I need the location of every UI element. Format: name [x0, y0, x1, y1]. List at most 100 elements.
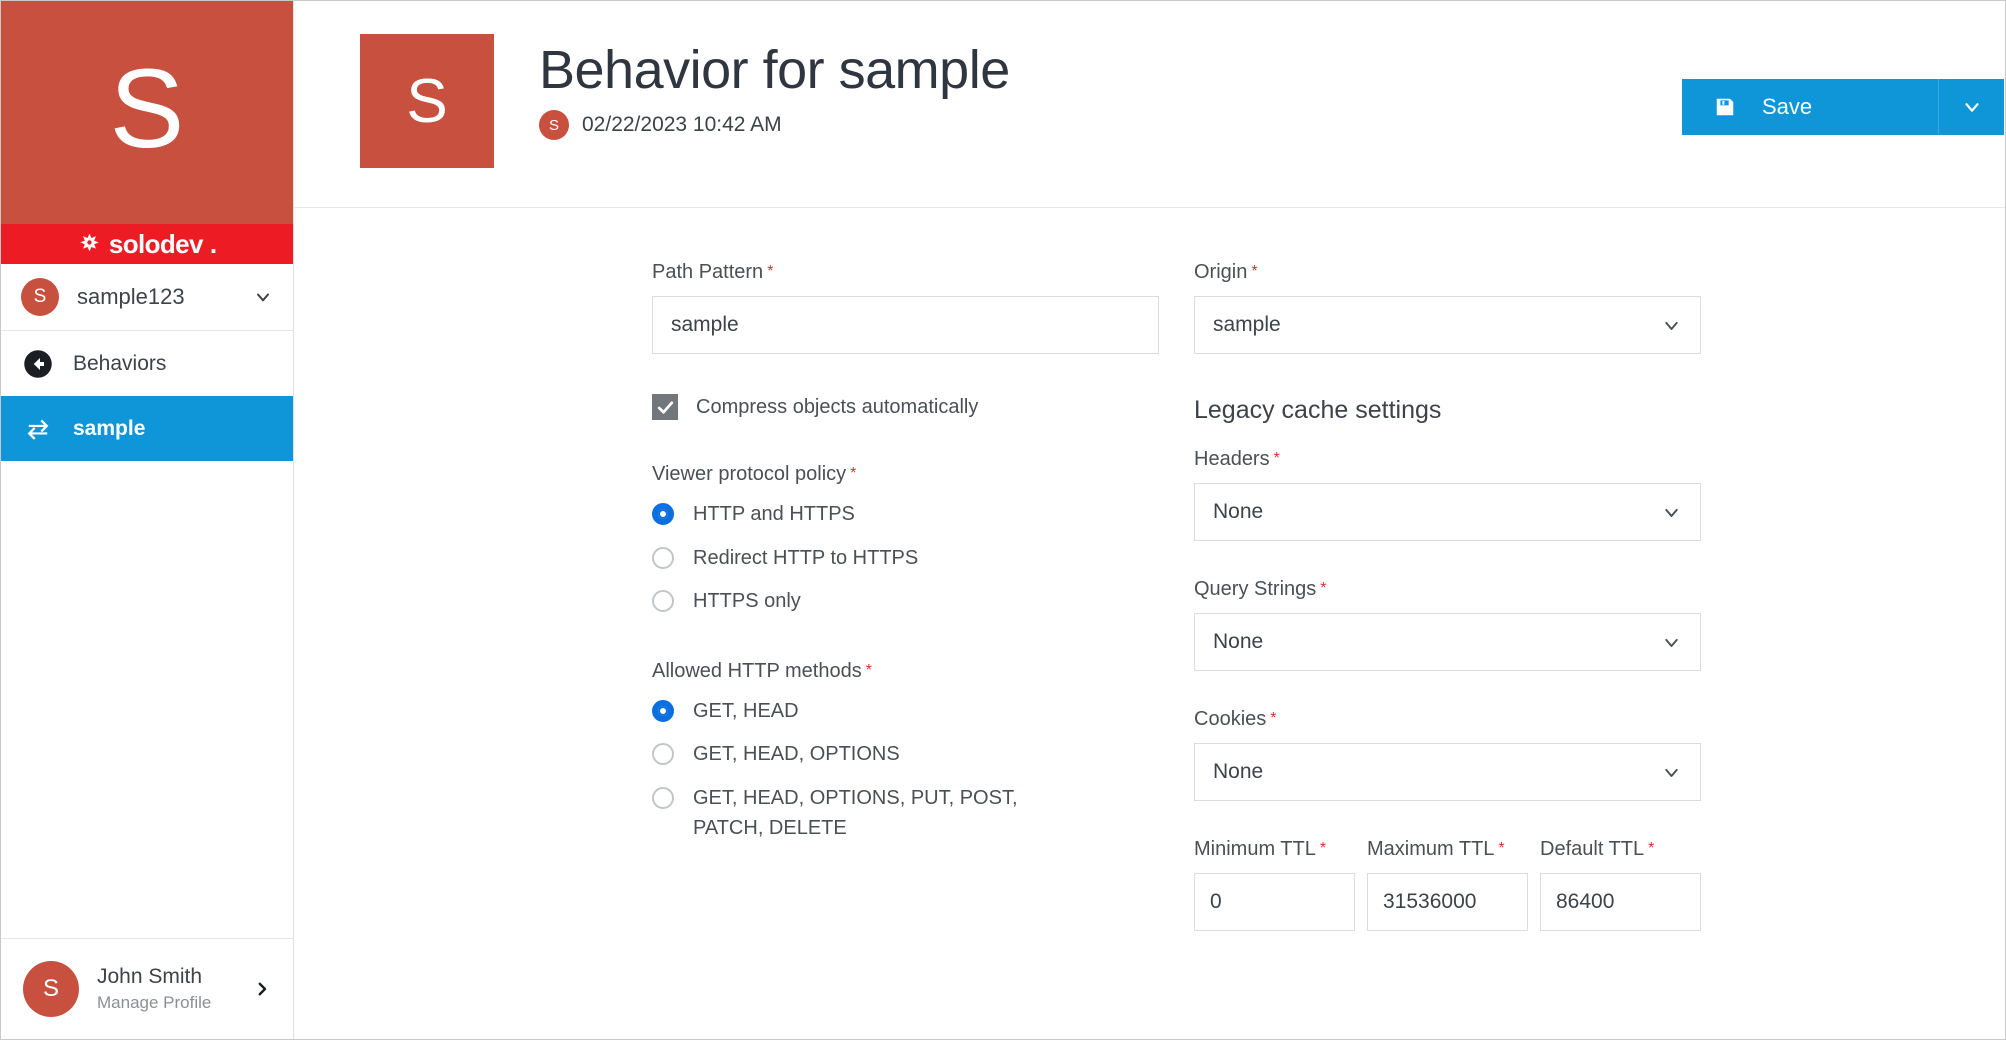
radio-label: HTTPS only	[693, 590, 801, 613]
app-window: S solodev . S sample123 Behaviors sample…	[0, 0, 2006, 1040]
account-name: sample123	[77, 284, 185, 309]
maximum-ttl-input[interactable]	[1367, 873, 1528, 931]
save-button-label: Save	[1762, 94, 1813, 119]
page-title: Behavior for sample	[539, 40, 1010, 100]
compress-objects-label: Compress objects automatically	[696, 395, 979, 418]
viewer-protocol-policy-label-text: Viewer protocol policy	[652, 463, 847, 485]
headers-field: Headers * None	[1194, 447, 1701, 541]
minimum-ttl-field: Minimum TTL *	[1194, 837, 1355, 931]
origin-select[interactable]: sample	[1194, 296, 1701, 354]
profile-footer[interactable]: S John Smith Manage Profile	[1, 939, 293, 1039]
check-icon	[657, 400, 673, 414]
account-avatar: S	[21, 278, 59, 316]
compress-objects-checkbox-row[interactable]: Compress objects automatically	[652, 394, 1159, 420]
arrow-circle-left-icon	[23, 349, 53, 379]
sidebar-filler	[1, 461, 293, 938]
default-ttl-label: Default TTL *	[1540, 837, 1701, 861]
radio-option[interactable]: GET, HEAD, OPTIONS	[652, 740, 1159, 770]
form-column-right: Origin * sample Legacy cache settings Hea…	[1194, 260, 1701, 1039]
page-header-text: Behavior for sample S 02/22/2023 10:42 A…	[539, 34, 1010, 141]
save-dropdown-toggle[interactable]	[1938, 79, 2004, 135]
chevron-down-icon	[1665, 321, 1678, 330]
required-asterisk: *	[865, 661, 872, 679]
minimum-ttl-label: Minimum TTL *	[1194, 837, 1355, 861]
save-button[interactable]: Save	[1682, 79, 1938, 135]
form-column-left: Path Pattern* Compress objects automatic…	[652, 260, 1159, 1039]
headers-label-text: Headers	[1194, 448, 1270, 470]
page-meta: S 02/22/2023 10:42 AM	[539, 110, 1010, 141]
radio-option[interactable]: GET, HEAD	[652, 697, 1159, 727]
profile-text: John Smith Manage Profile	[97, 963, 253, 1014]
radio-label: Redirect HTTP to HTTPS	[693, 546, 919, 569]
path-pattern-label: Path Pattern *	[652, 260, 1159, 284]
save-button-group[interactable]: Save	[1682, 79, 2004, 135]
radio-get-head-options[interactable]	[652, 743, 674, 766]
radio-label: HTTP and HTTPS	[693, 503, 855, 525]
page-header: S Behavior for sample S 02/22/2023 10:42…	[294, 1, 2005, 208]
required-asterisk: *	[1498, 840, 1505, 857]
required-asterisk: *	[1320, 580, 1327, 597]
solodev-logo-bar: solodev .	[1, 224, 293, 264]
radio-get-head[interactable]	[652, 699, 674, 722]
maximum-ttl-label: Maximum TTL *	[1367, 837, 1528, 861]
path-pattern-input[interactable]	[652, 296, 1159, 354]
maximum-ttl-field: Maximum TTL *	[1367, 837, 1528, 931]
sidebar-item-sample[interactable]: sample	[1, 396, 293, 461]
compress-objects-checkbox[interactable]	[652, 394, 678, 420]
sidebar-item-label: sample	[73, 417, 146, 440]
chevron-down-icon	[257, 293, 269, 302]
chevron-right-icon	[258, 982, 267, 996]
exchange-arrows-icon	[23, 414, 53, 444]
meta-avatar: S	[539, 110, 569, 141]
viewer-protocol-policy-group: Viewer protocol policy * HTTP and HTTPS R…	[652, 462, 1159, 617]
solodev-flower-icon	[80, 233, 99, 251]
cookies-select[interactable]: None	[1194, 743, 1701, 801]
page-thumbnail: S	[360, 34, 494, 168]
query-strings-label: Query Strings *	[1194, 577, 1701, 601]
sidebar-item-behaviors[interactable]: Behaviors	[1, 331, 293, 396]
radio-option[interactable]: Redirect HTTP to HTTPS	[652, 544, 1159, 574]
radio-option[interactable]: HTTP and HTTPS	[652, 500, 1159, 530]
query-strings-select-value: None	[1213, 630, 1264, 653]
minimum-ttl-input[interactable]	[1194, 873, 1355, 931]
last-modified-timestamp: 02/22/2023 10:42 AM	[582, 113, 782, 137]
default-ttl-input[interactable]	[1540, 873, 1701, 931]
radio-http-and-https[interactable]	[652, 503, 674, 525]
ttl-fields-row: Minimum TTL* Maximum TTL* Default TTL*	[1194, 837, 1701, 931]
required-asterisk: *	[850, 465, 857, 482]
account-switcher[interactable]: S sample123	[1, 264, 293, 331]
path-pattern-field: Path Pattern *	[652, 260, 1159, 354]
path-pattern-label-text: Path Pattern	[652, 261, 764, 283]
sidebar-nav: Behaviors sample	[1, 331, 293, 939]
cookies-label: Cookies *	[1194, 707, 1701, 731]
sidebar: S solodev . S sample123 Behaviors sample…	[1, 1, 294, 1039]
allowed-http-methods-label-text: Allowed HTTP methods	[652, 659, 862, 682]
origin-label: Origin *	[1194, 260, 1701, 284]
radio-option[interactable]: HTTPS only	[652, 587, 1159, 617]
radio-redirect-http-to-https[interactable]	[652, 546, 674, 569]
minimum-ttl-label-text: Minimum TTL	[1194, 838, 1316, 860]
viewer-protocol-policy-label: Viewer protocol policy *	[652, 462, 1159, 486]
radio-https-only[interactable]	[652, 590, 674, 613]
origin-field: Origin * sample	[1194, 260, 1701, 354]
main-content: S Behavior for sample S 02/22/2023 10:42…	[294, 1, 2005, 1039]
radio-get-head-options-put-post-patch-delete[interactable]	[652, 786, 674, 809]
profile-name: John Smith	[97, 965, 203, 989]
floppy-save-icon	[1716, 98, 1734, 116]
default-ttl-label-text: Default TTL	[1540, 838, 1645, 860]
radio-label: GET, HEAD, OPTIONS, PUT, POST, PATCH, DE…	[693, 786, 1018, 839]
sidebar-item-label: Behaviors	[73, 352, 167, 375]
query-strings-select[interactable]: None	[1194, 613, 1701, 671]
required-asterisk: *	[1270, 710, 1277, 727]
radio-option[interactable]: GET, HEAD, OPTIONS, PUT, POST, PATCH, DE…	[652, 784, 1159, 843]
cookies-label-text: Cookies	[1194, 708, 1267, 730]
manage-profile-link[interactable]: Manage Profile	[97, 992, 253, 1015]
query-strings-label-text: Query Strings	[1194, 578, 1317, 600]
legacy-cache-settings-heading: Legacy cache settings	[1194, 396, 1442, 424]
query-strings-field: Query Strings * None	[1194, 577, 1701, 671]
required-asterisk: *	[767, 263, 774, 280]
chevron-down-icon	[1665, 638, 1678, 647]
behavior-form: Path Pattern* Compress objects automatic…	[294, 208, 2005, 1039]
chevron-down-icon	[1964, 103, 1979, 112]
headers-select[interactable]: None	[1194, 483, 1701, 541]
